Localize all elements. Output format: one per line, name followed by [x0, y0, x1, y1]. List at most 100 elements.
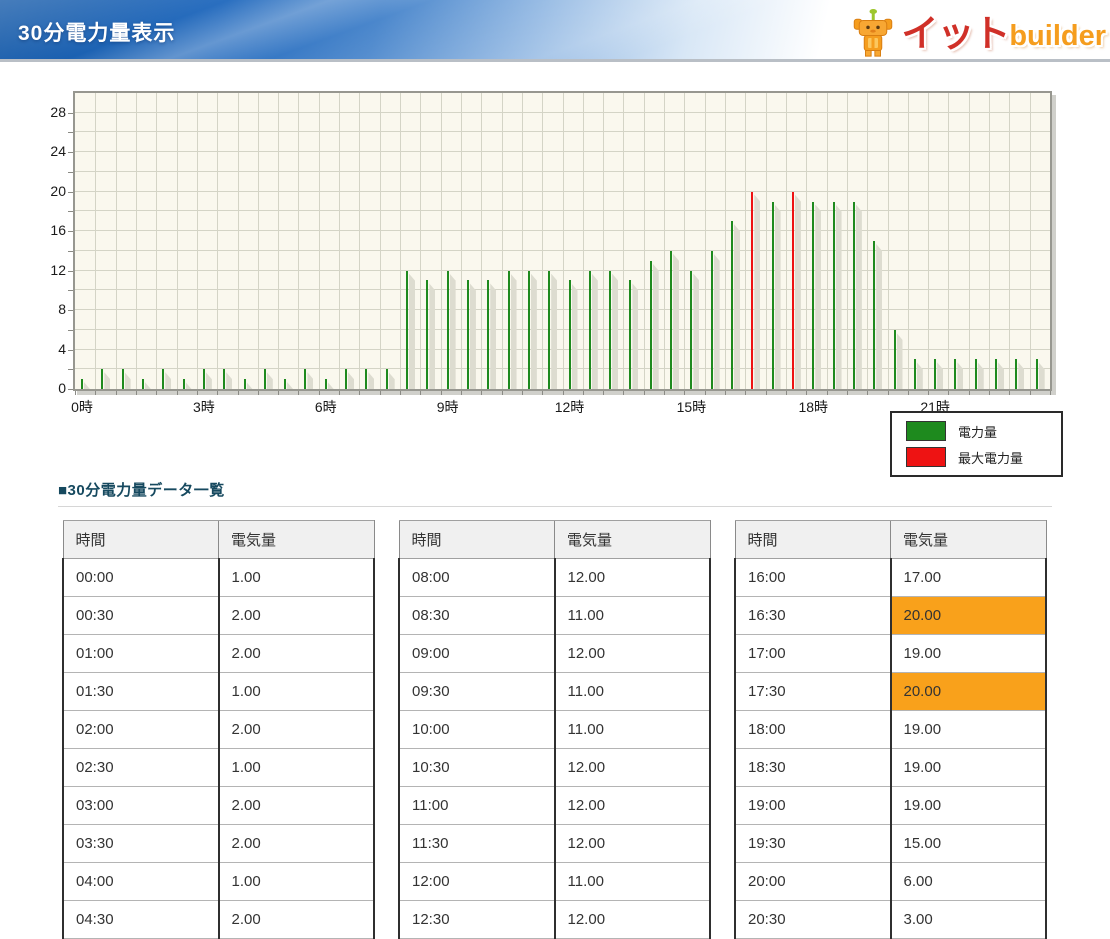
x-axis-tick	[1050, 391, 1051, 395]
x-axis-tick	[827, 391, 828, 395]
bar-15:00	[690, 271, 692, 389]
table-row: 04:001.00	[63, 863, 374, 901]
time-cell: 04:30	[63, 901, 219, 939]
bar-21:00	[934, 359, 936, 389]
time-cell: 01:00	[63, 635, 219, 673]
bar-shadow	[348, 372, 354, 389]
bar-13:00	[609, 271, 611, 389]
x-axis-tick	[197, 391, 198, 395]
y-axis-tick	[68, 211, 73, 212]
time-cell: 20:00	[735, 863, 891, 901]
bar-16:00	[731, 221, 733, 389]
time-cell: 12:00	[399, 863, 555, 901]
y-axis-tick	[68, 389, 73, 390]
x-axis-tick	[258, 391, 259, 395]
time-cell: 10:30	[399, 749, 555, 787]
x-axis-label: 15時	[677, 397, 707, 417]
table-row: 10:3012.00	[399, 749, 710, 787]
bar-shadow	[125, 372, 131, 389]
bar-shadow	[592, 274, 598, 389]
x-axis-tick	[888, 391, 889, 395]
max-power-swatch-icon	[906, 447, 946, 467]
bar-21:30	[954, 359, 956, 389]
time-cell: 00:00	[63, 559, 219, 597]
gridline-vertical	[806, 93, 807, 389]
time-cell: 17:00	[735, 635, 891, 673]
table-row: 09:3011.00	[399, 673, 710, 711]
bar-shadow	[247, 382, 253, 389]
bar-09:30	[467, 280, 469, 389]
column-header-amount: 電気量	[891, 521, 1047, 559]
bar-shadow	[551, 274, 557, 389]
gridline-vertical	[319, 93, 320, 389]
bar-05:30	[304, 369, 306, 389]
power-swatch-icon	[906, 421, 946, 441]
bar-shadow	[165, 372, 171, 389]
gridline-vertical	[1009, 93, 1010, 389]
x-axis-tick	[989, 391, 990, 395]
bar-shadow	[429, 283, 435, 389]
bar-17:00	[772, 202, 774, 389]
amount-cell: 1.00	[219, 863, 375, 901]
gridline-vertical	[969, 93, 970, 389]
x-axis-tick	[908, 391, 909, 395]
y-axis-tick	[68, 152, 73, 153]
x-axis-tick	[948, 391, 949, 395]
y-axis-label: 16	[26, 222, 66, 238]
bar-07:30	[386, 369, 388, 389]
y-axis-tick	[68, 330, 73, 331]
bar-01:00	[122, 369, 124, 389]
table-row: 20:006.00	[735, 863, 1046, 901]
table-row: 00:302.00	[63, 597, 374, 635]
time-cell: 02:30	[63, 749, 219, 787]
bar-17:30	[792, 192, 794, 389]
bar-06:30	[345, 369, 347, 389]
gridline-vertical	[888, 93, 889, 389]
bar-shadow	[957, 362, 963, 389]
bar-07:00	[365, 369, 367, 389]
time-cell: 02:00	[63, 711, 219, 749]
amount-cell: 12.00	[555, 559, 711, 597]
bar-04:00	[244, 379, 246, 389]
table-row: 01:301.00	[63, 673, 374, 711]
amount-cell: 2.00	[219, 597, 375, 635]
amount-cell: 1.00	[219, 559, 375, 597]
bar-09:00	[447, 271, 449, 389]
table-row: 10:0011.00	[399, 711, 710, 749]
bar-00:30	[101, 369, 103, 389]
x-axis-tick	[583, 391, 584, 395]
bar-shadow	[572, 283, 578, 389]
bar-02:00	[162, 369, 164, 389]
x-axis-tick	[116, 391, 117, 395]
data-tables: 時間電気量00:001.0000:302.0001:002.0001:301.0…	[62, 520, 1047, 939]
y-axis-label: 8	[26, 301, 66, 317]
bar-shadow	[84, 382, 90, 389]
table-row: 08:3011.00	[399, 597, 710, 635]
bar-shadow	[775, 205, 781, 389]
gridline-vertical	[542, 93, 543, 389]
gridline-vertical	[197, 93, 198, 389]
y-axis-label: 28	[26, 104, 66, 120]
gridline-vertical	[522, 93, 523, 389]
x-axis-tick	[339, 391, 340, 395]
power-table-1: 時間電気量00:001.0000:302.0001:002.0001:301.0…	[62, 520, 375, 939]
bar-11:00	[528, 271, 530, 389]
x-axis-tick	[705, 391, 706, 395]
amount-cell: 12.00	[555, 749, 711, 787]
table-row: 11:3012.00	[399, 825, 710, 863]
x-axis-tick	[319, 391, 320, 395]
amount-cell: 19.00	[891, 749, 1047, 787]
x-axis-tick	[1030, 391, 1031, 395]
bar-05:00	[284, 379, 286, 389]
logo-text-sub: builder	[1009, 22, 1106, 58]
gridline-vertical	[177, 93, 178, 389]
y-axis-label: 12	[26, 262, 66, 278]
x-axis-tick	[177, 391, 178, 395]
time-cell: 18:30	[735, 749, 891, 787]
bar-14:30	[670, 251, 672, 389]
bar-shadow	[186, 382, 192, 389]
column-header-amount: 電気量	[219, 521, 375, 559]
x-axis-tick	[502, 391, 503, 395]
bar-shadow	[998, 362, 1004, 389]
logo-text-main: イット	[901, 15, 1009, 58]
